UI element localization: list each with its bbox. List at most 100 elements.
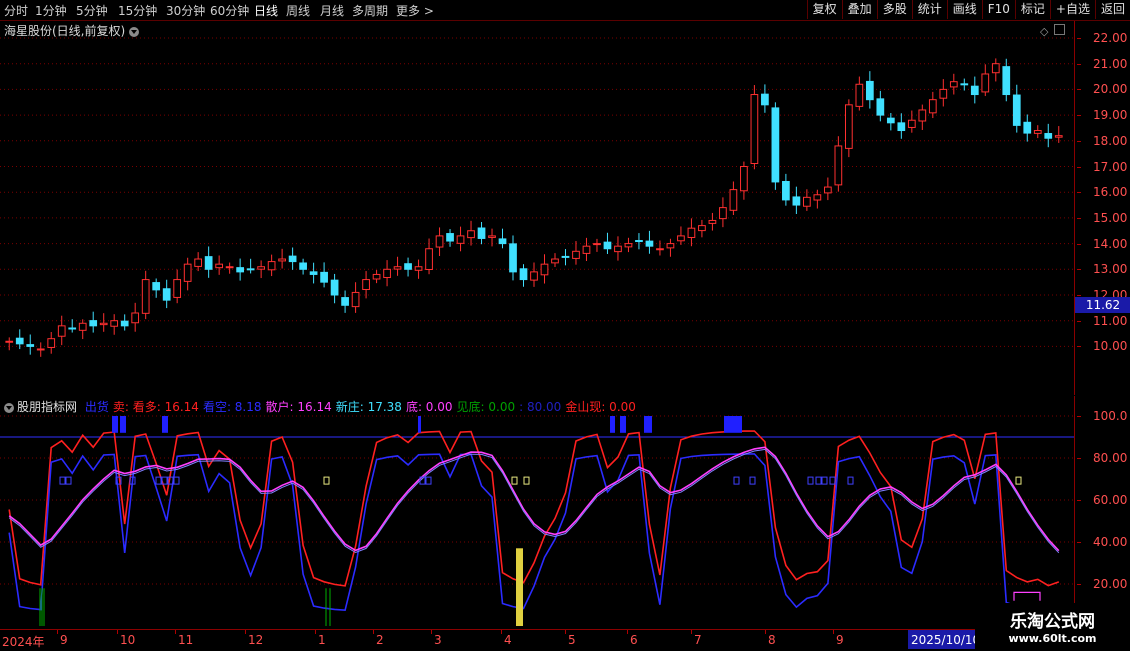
price-label: 15.00 xyxy=(1076,210,1128,225)
candle-body xyxy=(173,279,182,298)
timeframe-tab[interactable]: 15分钟 xyxy=(118,2,157,19)
price-label: 11.00 xyxy=(1076,313,1128,328)
candle-body xyxy=(57,325,66,337)
candle-body xyxy=(141,279,150,314)
candle-body xyxy=(719,207,727,220)
candle-body xyxy=(561,255,570,258)
toolbar-button[interactable]: 多股 xyxy=(876,0,912,19)
candle-body xyxy=(456,235,465,244)
candle-body xyxy=(1012,94,1021,126)
candle-body xyxy=(194,258,203,267)
toolbar-button[interactable]: +自选 xyxy=(1049,0,1095,19)
candle-body xyxy=(540,263,549,276)
toolbar-button[interactable]: 统计 xyxy=(911,0,947,19)
toolbar-button[interactable]: 画线 xyxy=(946,0,982,19)
timeframe-tab[interactable]: 更多 > xyxy=(396,2,434,19)
candle-body xyxy=(246,268,255,271)
price-label: 19.00 xyxy=(1076,108,1128,123)
candle-body xyxy=(488,235,496,238)
candle-body xyxy=(162,288,171,301)
candle-body xyxy=(876,98,885,116)
indicator-axis-label: 60.00 xyxy=(1076,493,1128,507)
candle-body xyxy=(708,219,717,224)
candle-body xyxy=(1002,66,1011,96)
toolbar-button[interactable]: 返回 xyxy=(1094,0,1130,19)
sell-signal-bar xyxy=(112,416,118,433)
timeframe-tab[interactable]: 1分钟 xyxy=(35,2,67,19)
candle-body xyxy=(110,320,119,327)
watermark-url: www.60lt.com xyxy=(1008,632,1097,645)
toolbar-button[interactable]: 标记 xyxy=(1014,0,1050,19)
candle-body xyxy=(740,166,748,192)
marker-box xyxy=(323,476,330,485)
candle-body xyxy=(1023,121,1032,134)
candle-body xyxy=(824,186,832,194)
timeframe-tab[interactable]: 周线 xyxy=(286,2,310,19)
main-chart[interactable] xyxy=(0,21,1074,395)
timeframe-tab[interactable]: 分时 xyxy=(4,2,28,19)
indicator-axis-label: 20.00 xyxy=(1076,577,1128,591)
candle-body xyxy=(593,243,601,246)
candle-body xyxy=(236,267,244,273)
candle-body xyxy=(257,266,265,270)
price-label: 17.00 xyxy=(1076,159,1128,174)
candle-body xyxy=(582,245,591,254)
indicator-axis-label: 100.0 xyxy=(1076,409,1128,423)
candle-body xyxy=(761,93,769,106)
date-label: 1 xyxy=(315,630,326,647)
candle-body xyxy=(792,196,801,206)
watermark-title: 乐淘公式网 xyxy=(1010,612,1095,632)
indicator-chart[interactable] xyxy=(0,396,1074,628)
candle-body xyxy=(991,63,1000,74)
candle-body xyxy=(928,99,937,114)
timeframe-tab[interactable]: 60分钟 xyxy=(210,2,249,19)
toolbar-button[interactable]: F10 xyxy=(981,0,1015,19)
candle-body xyxy=(78,322,87,331)
price-axis: 22.00 21.00 20.00 19.00 18.00 17.00 16.00 15.00… xyxy=(1074,21,1130,395)
indicator-axis-label: 80.00 xyxy=(1076,451,1128,465)
marker-box xyxy=(847,476,854,485)
candle-body xyxy=(865,80,874,101)
timeframe-tab[interactable]: 30分钟 xyxy=(166,2,205,19)
candle-body xyxy=(729,189,738,211)
candle-body xyxy=(949,81,958,88)
candle-body xyxy=(519,268,528,281)
candle-body xyxy=(99,322,108,326)
candle-body xyxy=(47,338,56,348)
candle-body xyxy=(299,262,307,270)
candle-body xyxy=(918,109,927,122)
marker-box xyxy=(749,476,756,485)
timeframe-tab[interactable]: 多周期 xyxy=(352,2,388,19)
candle-body xyxy=(131,312,140,324)
candle-body xyxy=(446,233,454,242)
toolbar-button[interactable]: 复权 xyxy=(806,0,842,19)
candle-body xyxy=(509,243,517,273)
candle-body xyxy=(320,271,328,283)
timeframe-tab[interactable]: 日线 xyxy=(254,2,278,19)
bottom-signal-bar xyxy=(516,548,523,626)
candle-body xyxy=(572,250,580,259)
candle-body xyxy=(351,291,360,308)
candle-body xyxy=(393,266,402,270)
current-price-badge: 11.62 xyxy=(1075,296,1130,313)
toolbar-button[interactable]: 叠加 xyxy=(841,0,877,19)
timeframe-tab[interactable]: 5分钟 xyxy=(76,2,108,19)
price-label: 13.00 xyxy=(1076,262,1128,277)
timeframe-tab[interactable]: 月线 xyxy=(320,2,344,19)
candle-body xyxy=(656,248,664,251)
date-label: 11 xyxy=(174,630,194,647)
candle-body xyxy=(152,282,161,291)
candle-body xyxy=(435,235,444,248)
candle-body xyxy=(498,238,507,245)
price-label: 14.00 xyxy=(1076,236,1128,251)
marker-box xyxy=(1015,476,1022,485)
candle-body xyxy=(603,241,612,250)
date-axis: 2024年 9 10 11 12 1 2 3 4 5 6 7 8 9 2025/10/10/五 xyxy=(0,629,1130,651)
candle-body xyxy=(15,337,24,345)
bottom-bracket xyxy=(1013,591,1041,601)
candle-body xyxy=(855,83,864,107)
date-label: 6 xyxy=(627,630,638,647)
date-label: 10 xyxy=(116,630,136,647)
candle-body xyxy=(886,117,895,124)
candle-body xyxy=(477,227,486,239)
